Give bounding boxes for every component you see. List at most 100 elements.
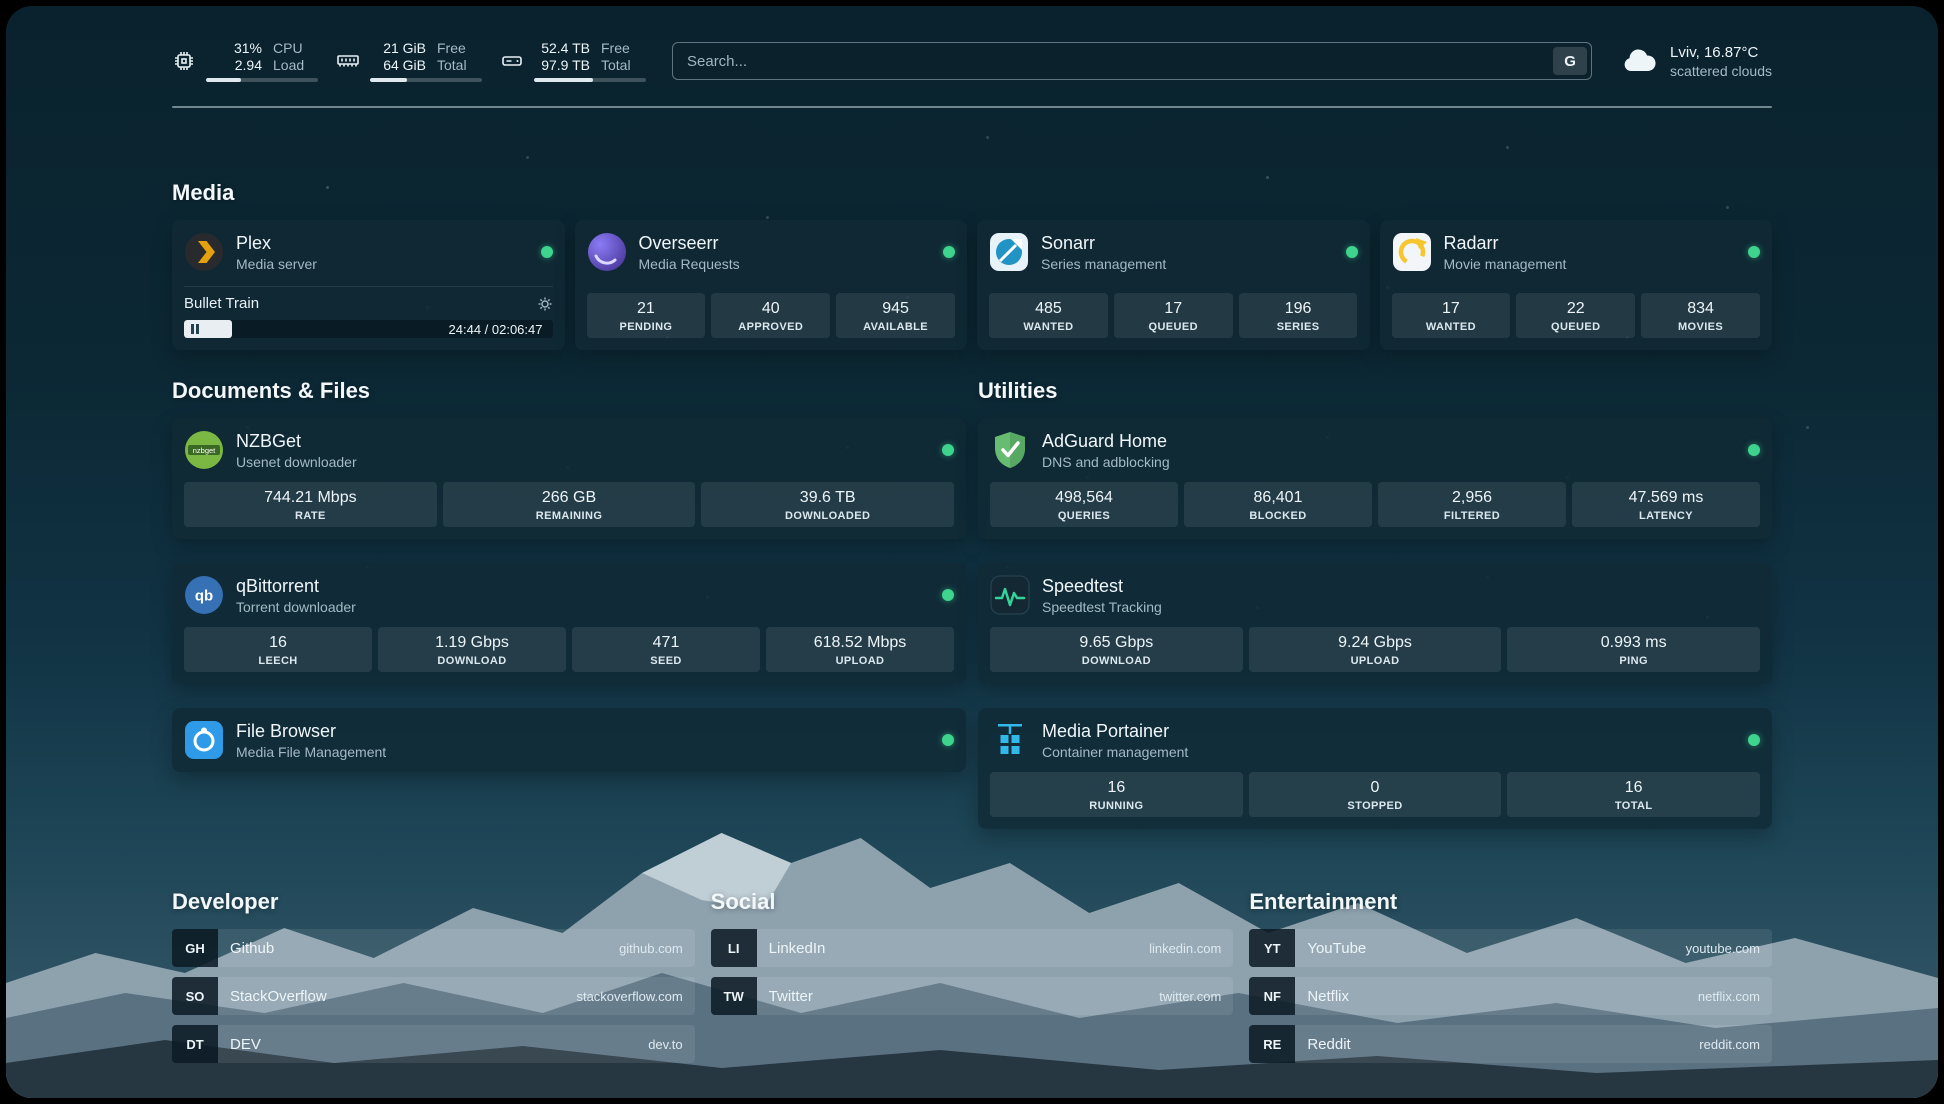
playback-progress-bar[interactable]: 24:44 / 02:06:47 [184,320,553,338]
bookmark-netflix[interactable]: NF Netflix netflix.com [1249,977,1772,1015]
stat-label: LATENCY [1576,510,1756,522]
section-title-entertainment: Entertainment [1249,889,1772,915]
app-name: Sonarr [1041,233,1166,254]
service-card-speedtest[interactable]: Speedtest Speedtest Tracking 9.65 GbpsDO… [978,563,1772,684]
stat-box: 196 SERIES [1239,293,1358,338]
service-card-qbittorrent[interactable]: qb qBittorrent Torrent downloader 16LEEC… [172,563,966,684]
service-card-radarr[interactable]: Radarr Movie management 17WANTED 22QUEUE… [1380,220,1773,350]
memory-total-label: Total [426,57,482,74]
bookmark-abbr: SO [172,977,218,1015]
bookmark-dev[interactable]: DT DEV dev.to [172,1025,695,1063]
section-entertainment: Entertainment YT YouTube youtube.com NF … [1249,889,1772,1063]
app-subtitle: Media Requests [639,256,740,272]
section-utilities: Utilities AdGuard Home DNS [978,378,1772,829]
stat-box: 21PENDING [587,293,706,338]
stat-box: 834MOVIES [1641,293,1760,338]
stat-label: SERIES [1243,321,1354,333]
section-media: Media Plex Media server [172,180,1772,350]
stat-box: 39.6 TBDOWNLOADED [701,482,954,527]
stat-label: QUEUED [1118,321,1229,333]
stat-value: 618.52 Mbps [770,633,950,653]
service-card-nzbget[interactable]: nzbget NZBGet Usenet downloader 744.21 M… [172,418,966,539]
svg-text:qb: qb [195,588,213,605]
stat-value: 86,401 [1188,488,1368,508]
bookmark-linkedin[interactable]: LI LinkedIn linkedin.com [711,929,1234,967]
status-dot [1748,734,1760,746]
service-card-overseerr[interactable]: Overseerr Media Requests 21PENDING 40APP… [575,220,968,350]
memory-progress-fill [370,78,407,82]
stat-value: 9.65 Gbps [994,633,1239,653]
topbar-divider [172,106,1772,108]
status-dot [1748,246,1760,258]
qbittorrent-icon: qb [184,575,224,615]
disk-total: 97.9 TB [534,57,590,74]
stat-value: 2,956 [1382,488,1562,508]
status-dot [943,246,955,258]
weather-widget: Lviv, 16.87°C scattered clouds [1620,44,1772,79]
bookmark-domain: stackoverflow.com [576,989,682,1004]
search-provider-button[interactable]: G [1553,47,1587,75]
stat-value: 196 [1243,299,1354,319]
search-input[interactable] [672,42,1592,80]
bookmark-domain: youtube.com [1686,941,1760,956]
nzbget-icon: nzbget [184,430,224,470]
service-card-filebrowser[interactable]: File Browser Media File Management [172,708,966,772]
stat-value: 485 [993,299,1104,319]
bookmark-abbr: YT [1249,929,1295,967]
app-name: File Browser [236,721,386,742]
bookmark-stackoverflow[interactable]: SO StackOverflow stackoverflow.com [172,977,695,1015]
sonarr-icon [989,232,1029,272]
stat-value: 945 [840,299,951,319]
stat-box: 86,401 BLOCKED [1184,482,1372,527]
memory-free-label: Free [426,40,482,57]
stat-label: LEECH [188,655,368,667]
bookmark-name: StackOverflow [230,988,327,1005]
bookmark-reddit[interactable]: RE Reddit reddit.com [1249,1025,1772,1063]
adguard-icon [990,430,1030,470]
stat-label: BLOCKED [1188,510,1368,522]
bookmark-name: LinkedIn [769,940,826,957]
bookmark-github[interactable]: GH Github github.com [172,929,695,967]
stat-box: 40APPROVED [711,293,830,338]
status-dot [942,589,954,601]
service-card-portainer[interactable]: Media Portainer Container management 16R… [978,708,1772,829]
disk-total-label: Total [590,57,646,74]
playback-time: 24:44 / 02:06:47 [449,322,543,337]
disk-icon [500,49,524,73]
stat-value: 16 [1511,778,1756,798]
stat-box: 16LEECH [184,627,372,672]
section-title-documents: Documents & Files [172,378,966,404]
memory-total: 64 GiB [370,57,426,74]
bookmark-domain: linkedin.com [1149,941,1221,956]
bookmark-domain: github.com [619,941,683,956]
bookmark-youtube[interactable]: YT YouTube youtube.com [1249,929,1772,967]
app-subtitle: Series management [1041,256,1166,272]
service-card-sonarr[interactable]: Sonarr Series management 485WANTED 17QUE… [977,220,1370,350]
overseerr-icon [587,232,627,272]
memory-free: 21 GiB [370,40,426,57]
cpu-progress-fill [206,78,241,82]
disk-progress-fill [534,78,593,82]
app-subtitle: Torrent downloader [236,599,356,615]
stat-box: 16TOTAL [1507,772,1760,817]
bookmark-abbr: RE [1249,1025,1295,1063]
service-card-adguard[interactable]: AdGuard Home DNS and adblocking 498,564Q… [978,418,1772,539]
app-name: Radarr [1444,233,1567,254]
stat-box: 266 GBREMAINING [443,482,696,527]
search-bar: G [672,42,1592,80]
stat-value: 0.993 ms [1511,633,1756,653]
bookmark-domain: reddit.com [1699,1037,1760,1052]
cpu-load-label: Load [262,57,318,74]
stat-label: UPLOAD [1253,655,1498,667]
stat-box: 618.52 MbpsUPLOAD [766,627,954,672]
gear-icon[interactable] [537,296,553,312]
stat-box: 22QUEUED [1516,293,1635,338]
status-dot [942,734,954,746]
stat-label: DOWNLOADED [705,510,950,522]
memory-widget: 21 GiBFree 64 GiBTotal [336,40,482,82]
bookmark-twitter[interactable]: TW Twitter twitter.com [711,977,1234,1015]
stat-label: APPROVED [715,321,826,333]
stat-box: 47.569 msLATENCY [1572,482,1760,527]
service-card-plex[interactable]: Plex Media server Bullet Train [172,220,565,350]
section-social: Social LI LinkedIn linkedin.com TW Twitt… [711,889,1234,1063]
